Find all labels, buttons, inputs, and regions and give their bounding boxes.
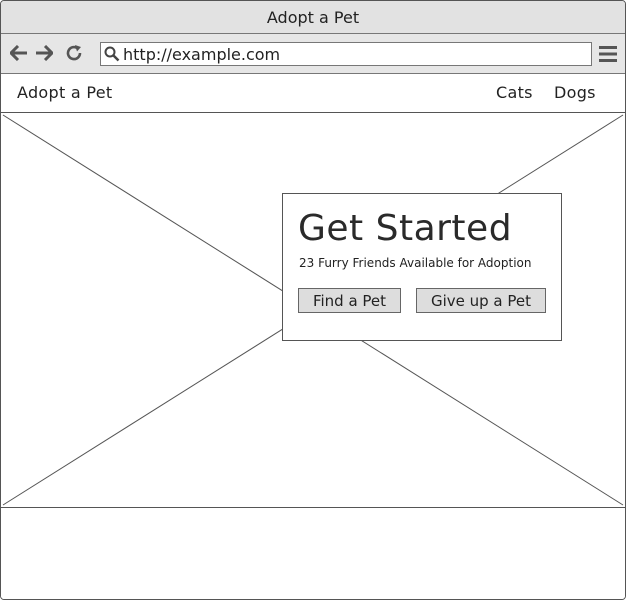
- site-navbar: Adopt a Pet Cats Dogs: [1, 74, 625, 113]
- browser-window: Adopt a Pet http://example.com Adopt a P…: [0, 0, 626, 600]
- hero-section: Get Started 23 Furry Friends Available f…: [1, 113, 625, 508]
- window-title: Adopt a Pet: [266, 7, 360, 27]
- reload-button[interactable]: [64, 43, 84, 63]
- nav-link-dogs[interactable]: Dogs: [554, 83, 596, 102]
- search-icon: [101, 43, 123, 65]
- footer-area: [1, 508, 625, 599]
- get-started-card: Get Started 23 Furry Friends Available f…: [282, 193, 562, 341]
- address-bar[interactable]: http://example.com: [100, 42, 592, 66]
- give-up-a-pet-button[interactable]: Give up a Pet: [416, 288, 546, 313]
- browser-menu-button[interactable]: [599, 45, 617, 63]
- url-text: http://example.com: [123, 44, 281, 64]
- card-subtitle: 23 Furry Friends Available for Adoption: [299, 256, 532, 270]
- back-button[interactable]: [9, 43, 29, 63]
- window-titlebar: Adopt a Pet: [1, 1, 625, 34]
- nav-link-cats[interactable]: Cats: [496, 83, 533, 102]
- forward-button[interactable]: [34, 43, 54, 63]
- reload-icon: [66, 45, 82, 61]
- arrow-left-icon: [10, 45, 27, 61]
- browser-toolbar: http://example.com: [1, 34, 625, 74]
- hamburger-menu-icon: [599, 46, 617, 62]
- brand-link[interactable]: Adopt a Pet: [17, 83, 113, 102]
- arrow-right-icon: [36, 45, 53, 61]
- find-a-pet-button[interactable]: Find a Pet: [298, 288, 401, 313]
- card-title: Get Started: [298, 208, 513, 249]
